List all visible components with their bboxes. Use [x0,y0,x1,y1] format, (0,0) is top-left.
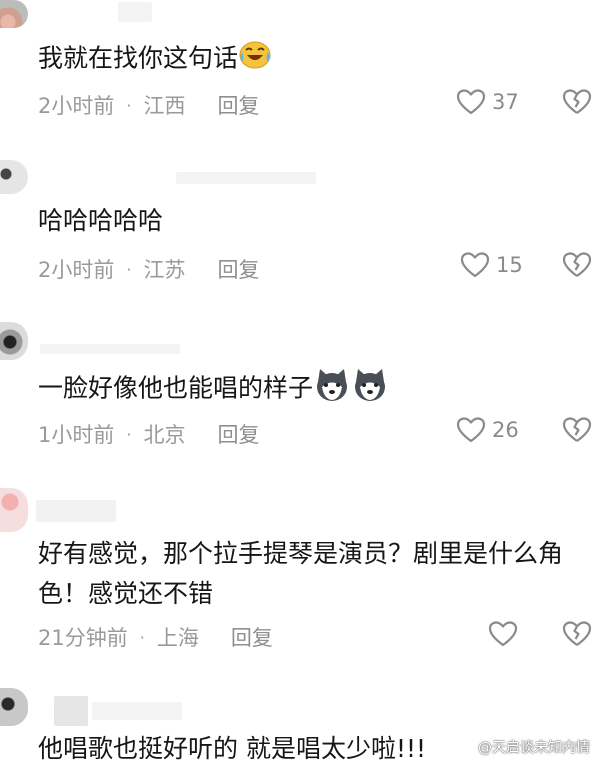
comment-item: 他唱歌也挺好听的 就是唱太少啦!!! [0,680,600,771]
heart-outline-icon [456,417,486,443]
dislike-button[interactable] [562,251,592,279]
comment-time: 2小时前 [38,258,115,282]
comment-location: 江西 [143,94,186,118]
comment-time: 1小时前 [38,423,115,447]
comment-item: 一脸好像他也能唱的样子 1小时前 · 北京 回复 26 [0,320,600,480]
username-blurred[interactable] [54,696,88,726]
avatar[interactable] [0,0,28,28]
dislike-button[interactable] [562,416,592,444]
separator-dot: · [126,259,132,279]
username-blurred[interactable] [40,344,180,354]
avatar[interactable] [0,322,28,360]
comment-location: 北京 [143,423,186,447]
like-count: 37 [492,90,519,114]
heart-outline-icon [460,252,490,278]
broken-heart-icon [562,89,592,114]
reply-button[interactable]: 回复 [217,90,259,120]
username-blurred[interactable] [92,702,182,720]
comment-text-content: 我就在找你这句话 [38,43,239,73]
comment-item: 哈哈哈哈哈 2小时前 · 江苏 回复 15 [0,150,600,320]
like-button[interactable] [488,620,524,648]
watermark: @天启谈未知内情 [478,740,590,756]
comment-item: 我就在找你这句话 2小时前 · 江西 回复 37 [0,0,600,150]
like-count: 26 [492,418,519,442]
comment-location: 上海 [156,626,199,650]
username-blurred[interactable] [176,172,316,184]
reply-button[interactable]: 回复 [231,622,273,652]
like-button[interactable]: 15 [460,251,523,279]
like-button[interactable]: 26 [456,416,519,444]
laugh-cry-emoji-icon [238,40,272,79]
like-count: 15 [496,253,523,277]
comment-item: 好有感觉，那个拉手提琴是演员？剧里是什么角色！感觉还不错 21分钟前 · 上海 … [0,480,600,680]
comment-meta: 2小时前 · 江苏 回复 [38,254,259,284]
reply-button[interactable]: 回复 [217,254,259,284]
username-blurred[interactable] [118,2,152,22]
broken-heart-icon [562,417,592,442]
comment-meta: 2小时前 · 江西 回复 [38,90,259,120]
comment-text: 我就在找你这句话 [38,40,272,79]
broken-heart-icon [562,621,592,646]
comment-time: 2小时前 [38,94,115,118]
husky-dog-emoji-icon [313,366,351,413]
comment-meta: 1小时前 · 北京 回复 [38,419,259,449]
separator-dot: · [126,424,132,444]
dislike-button[interactable] [562,620,592,648]
comment-text: 哈哈哈哈哈 [38,206,164,235]
dislike-button[interactable] [562,88,592,116]
broken-heart-icon [562,252,592,277]
heart-outline-icon [488,621,518,647]
avatar[interactable] [0,688,28,726]
comment-location: 江苏 [143,258,186,282]
comment-text: 一脸好像他也能唱的样子 [38,366,389,413]
comment-text: 好有感觉，那个拉手提琴是演员？剧里是什么角色！感觉还不错 [38,539,564,608]
comment-time: 21分钟前 [38,626,128,650]
avatar[interactable] [0,488,28,532]
like-button[interactable]: 37 [456,88,519,116]
heart-outline-icon [456,89,486,115]
separator-dot: · [139,627,145,647]
separator-dot: · [126,95,132,115]
comment-text: 他唱歌也挺好听的 就是唱太少啦!!! [38,734,427,763]
reply-button[interactable]: 回复 [217,419,259,449]
husky-dog-emoji-icon [351,366,389,413]
comment-meta: 21分钟前 · 上海 回复 [38,622,273,652]
comment-text-content: 一脸好像他也能唱的样子 [38,373,314,403]
avatar[interactable] [0,160,28,194]
username-blurred[interactable] [36,500,116,522]
